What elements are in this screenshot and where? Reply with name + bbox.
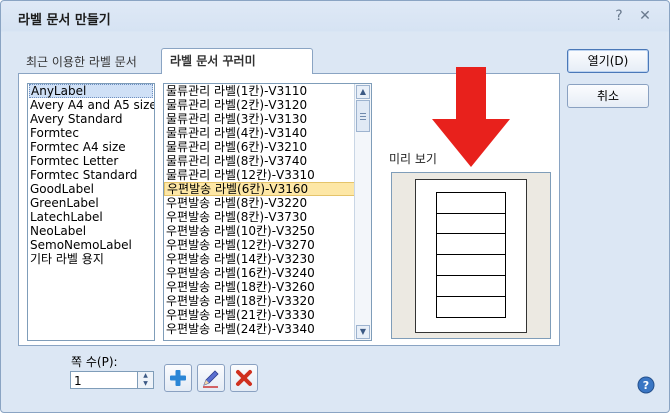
brand-list-item[interactable]: Formtec Standard — [28, 168, 154, 182]
brand-list-item[interactable]: GreenLabel — [28, 196, 154, 210]
brand-list-item[interactable]: Formtec — [28, 126, 154, 140]
label-list-item[interactable]: 물류관리 라벨(6칸)-V3210 — [164, 140, 355, 154]
label-list-item[interactable]: 우편발송 라벨(16칸)-V3240 — [164, 266, 355, 280]
edit-button[interactable] — [197, 364, 225, 392]
window-title: 라벨 문서 만들기 — [18, 13, 111, 28]
close-button[interactable]: ✕ — [634, 6, 656, 26]
cancel-button[interactable]: 취소 — [567, 84, 649, 108]
delete-x-icon — [236, 370, 252, 386]
brand-list-item[interactable]: Avery A4 and A5 size — [28, 98, 154, 112]
help-icon[interactable]: ? — [637, 376, 655, 394]
open-button[interactable]: 열기(D) — [567, 49, 649, 73]
scroll-up-icon[interactable]: ▲ — [356, 85, 370, 99]
brand-list-item[interactable]: 기타 라벨 용지 — [28, 252, 154, 266]
columns-stepper[interactable]: ▲ ▼ — [138, 371, 154, 389]
brand-list-item[interactable]: Formtec Letter — [28, 154, 154, 168]
label-list-item[interactable]: 우편발송 라벨(10칸)-V3250 — [164, 224, 355, 238]
label-list-item[interactable]: 우편발송 라벨(18칸)-V3320 — [164, 294, 355, 308]
brand-list-item[interactable]: LatechLabel — [28, 210, 154, 224]
label-list-item[interactable]: 우편발송 라벨(8칸)-V3220 — [164, 196, 355, 210]
brand-list-item[interactable]: Avery Standard — [28, 112, 154, 126]
stepper-down-icon[interactable]: ▼ — [138, 380, 153, 388]
svg-text:?: ? — [643, 379, 649, 392]
label-list-item[interactable]: 물류관리 라벨(3칸)-V3130 — [164, 112, 355, 126]
brand-list-item[interactable]: Formtec A4 size — [28, 140, 154, 154]
preview-label-cell — [436, 297, 506, 318]
columns-input[interactable]: 1 — [70, 371, 138, 389]
label-list-item[interactable]: 우편발송 라벨(18칸)-V3260 — [164, 280, 355, 294]
label-list-item[interactable]: 우편발송 라벨(8칸)-V3730 — [164, 210, 355, 224]
preview-label-cell — [436, 276, 506, 297]
dialog-client: 최근 이용한 라벨 문서 라벨 문서 꾸러미 AnyLabel Avery A4 … — [4, 32, 666, 409]
brand-list-item[interactable]: GoodLabel — [28, 182, 154, 196]
preview-label-cell — [436, 255, 506, 276]
help-title-button[interactable]: ? — [608, 6, 630, 26]
label-list[interactable]: 물류관리 라벨(1칸)-V3110 물류관리 라벨(2칸)-V3120 물류관리 라… — [163, 83, 372, 341]
scroll-thumb[interactable] — [356, 100, 370, 132]
brand-list-item[interactable]: AnyLabel — [29, 84, 153, 98]
label-list-item[interactable]: 물류관리 라벨(12칸)-V3310 — [164, 168, 355, 182]
preview-paper — [415, 179, 527, 333]
label-list-item[interactable]: 물류관리 라벨(4칸)-V3140 — [164, 126, 355, 140]
label-list-item[interactable]: 물류관리 라벨(8칸)-V3740 — [164, 154, 355, 168]
preview-label: 미리 보기 — [389, 152, 437, 166]
preview-box — [391, 172, 551, 339]
brand-list[interactable]: AnyLabel Avery A4 and A5 size Avery Standa… — [27, 83, 155, 341]
columns-label: 쪽 수(P): — [71, 355, 118, 369]
tab-label-package[interactable]: 라벨 문서 꾸러미 — [161, 48, 313, 74]
dialog-window: 라벨 문서 만들기 ? ✕ 최근 이용한 라벨 문서 라벨 문서 꾸러미 Any… — [0, 0, 670, 413]
stepper-up-icon[interactable]: ▲ — [138, 372, 153, 380]
label-list-item[interactable]: 물류관리 라벨(1칸)-V3110 — [164, 84, 355, 98]
label-list-item[interactable]: 우편발송 라벨(24칸)-V3340 — [164, 322, 355, 336]
add-button[interactable] — [164, 364, 192, 392]
brand-list-item[interactable]: SemoNemoLabel — [28, 238, 154, 252]
label-list-scrollbar[interactable]: ▲ ▼ — [354, 84, 371, 340]
label-list-item[interactable]: 우편발송 라벨(21칸)-V3330 — [164, 308, 355, 322]
label-list-item[interactable]: 우편발송 라벨(6칸)-V3160 — [164, 182, 355, 196]
scroll-down-icon[interactable]: ▼ — [356, 325, 370, 339]
label-list-item[interactable]: 우편발송 라벨(14칸)-V3230 — [164, 252, 355, 266]
plus-icon — [170, 370, 186, 386]
delete-button[interactable] — [230, 364, 258, 392]
title-bar: 라벨 문서 만들기 ? ✕ — [1, 1, 669, 32]
pencil-icon — [203, 370, 219, 388]
preview-label-cell — [436, 192, 506, 214]
brand-list-item[interactable]: NeoLabel — [28, 224, 154, 238]
tab-recent[interactable]: 최근 이용한 라벨 문서 — [18, 51, 170, 73]
preview-label-cell — [436, 234, 506, 255]
label-list-item[interactable]: 우편발송 라벨(12칸)-V3270 — [164, 238, 355, 252]
preview-label-cell — [436, 213, 506, 234]
red-arrow-down-icon — [432, 67, 510, 167]
label-list-item[interactable]: 물류관리 라벨(2칸)-V3120 — [164, 98, 355, 112]
